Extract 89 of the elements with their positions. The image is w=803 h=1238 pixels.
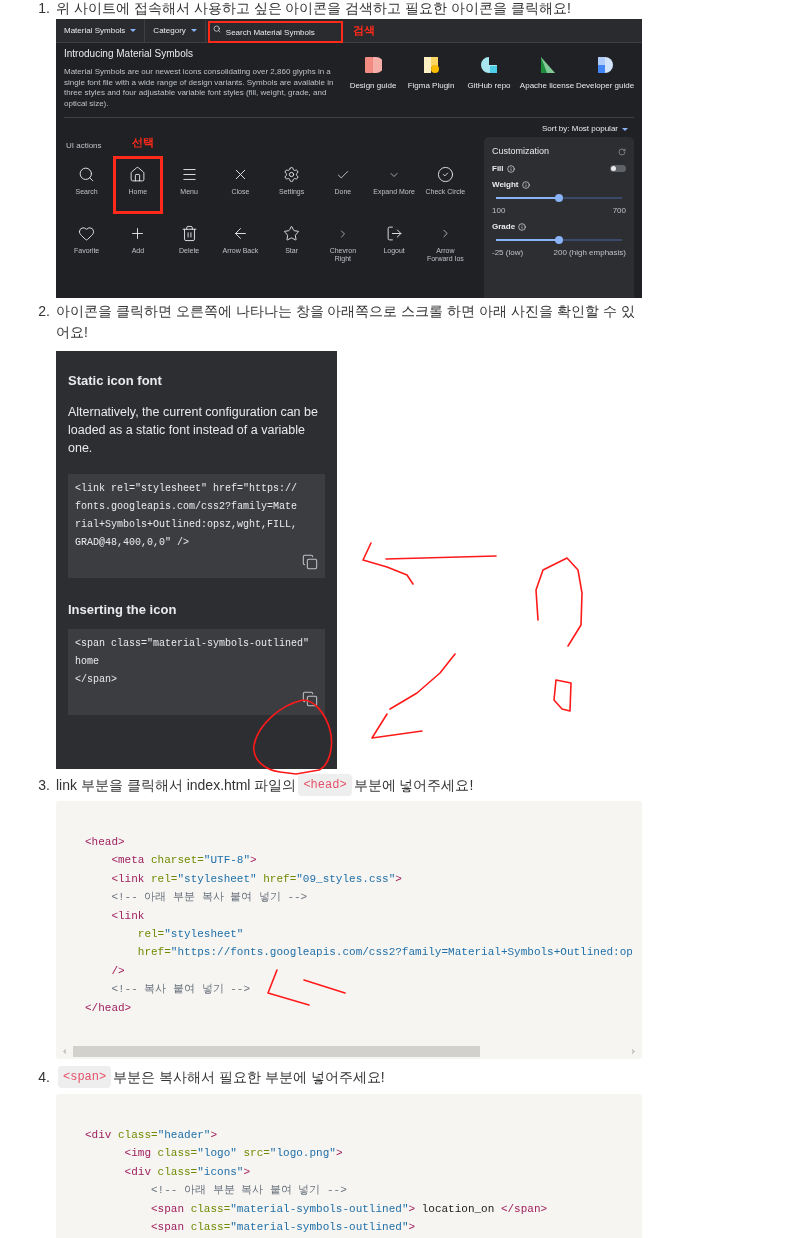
slider-label: Grade — [492, 220, 516, 233]
resource-logo-icon — [480, 56, 498, 74]
code-line: /> — [110, 963, 125, 979]
code-line: <span class="material-symbols-outlined"> location_on </span> — [150, 1201, 548, 1217]
reset-icon[interactable] — [618, 147, 626, 156]
inline-code: <span> — [58, 1066, 112, 1088]
slider-thumb[interactable] — [555, 193, 563, 202]
slider-max-label: 700 — [612, 204, 626, 217]
code-line: home — [75, 655, 99, 669]
list-number: 3. — [37, 775, 50, 795]
sort-dropdown[interactable]: Sort by: Most popular — [541, 123, 628, 135]
slider-track[interactable] — [496, 238, 622, 241]
step-text: 부분에 넣어주세요! — [353, 775, 474, 795]
code-line: <!-- 아래 부분 복사 붙여 넣기 --> — [150, 1183, 347, 1199]
list-number: 2. — [37, 302, 50, 321]
scrollbar-thumb[interactable] — [73, 1045, 480, 1057]
heart-icon — [78, 225, 96, 242]
intro-description: Material Symbols are our newest icons consolidating over 2,860 glyphs in a single font file with a wide range of design variants. Symbols are available in three styles and four adjustable variable font styles (fill, weight, grade, and optical size). — [64, 67, 334, 109]
settings-icon — [283, 166, 301, 183]
resource-link[interactable]: Design guide — [344, 56, 402, 109]
caret-icon — [190, 29, 197, 32]
trash-icon — [180, 225, 198, 242]
resource-logo-icon — [422, 56, 440, 74]
slider-thumb[interactable] — [555, 235, 563, 244]
annotation-label: 선택 — [131, 134, 154, 150]
home-icon — [129, 166, 147, 183]
caret-icon — [130, 29, 137, 32]
code-line: </span> — [75, 673, 117, 687]
slider-min-label: -25 (low) — [492, 246, 524, 259]
info-icon — [506, 164, 515, 173]
panel-heading: Inserting the icon — [68, 600, 178, 619]
menu-icon — [180, 166, 198, 183]
code-line: <span class="material-symbols-outlined" — [75, 637, 310, 651]
code-line: <link rel="stylesheet" href="09_styles.css"> — [110, 871, 402, 887]
resource-logo-icon — [364, 56, 382, 74]
caret-icon — [622, 127, 628, 131]
logout-icon — [385, 225, 403, 242]
code-line: rel="stylesheet" — [136, 927, 244, 943]
resource-link[interactable]: GitHub repo — [460, 56, 518, 109]
step-text: link 부분을 클릭해서 index.html 파일의 — [56, 775, 297, 795]
slider-min-label: 100 — [492, 204, 506, 217]
list-number: 4. — [37, 1067, 50, 1087]
slider-label: Weight — [492, 178, 519, 191]
star-icon — [283, 225, 301, 242]
code-line: <meta charset="UTF-8"> — [110, 853, 257, 869]
code-line: <link — [110, 908, 145, 924]
code-line: <link rel="stylesheet" href="https:// — [75, 481, 298, 496]
toggle-label: Fill — [492, 162, 504, 175]
code-line: GRAD@48,400,0,0" /> — [75, 535, 190, 550]
info-icon — [521, 180, 530, 189]
code-line: rial+Symbols+Outlined:opsz,wght,FILL, — [75, 517, 298, 532]
check-circle-icon — [436, 166, 454, 183]
code-line: <!-- 복사 붙여 넣기 --> — [110, 982, 251, 998]
resource-logo-icon — [596, 56, 614, 74]
resource-link[interactable]: Developer guide — [576, 56, 634, 109]
code-line: <div class="icons"> — [123, 1164, 251, 1180]
resource-logo-icon — [538, 56, 556, 74]
list-number: 1. — [37, 0, 50, 16]
slider-track[interactable] — [496, 196, 622, 199]
fill-toggle[interactable] — [610, 165, 626, 172]
code-line: </head> — [85, 1000, 132, 1016]
copy-icon[interactable] — [302, 553, 318, 570]
copy-icon[interactable] — [302, 691, 318, 707]
code-line: <head> — [85, 835, 125, 850]
slider-max-label: 200 (high emphasis) — [553, 246, 626, 259]
search-icon — [212, 24, 221, 33]
code-line: <div class="header"> — [85, 1128, 218, 1143]
annotation-label: 검색 — [352, 23, 375, 39]
step-text: 아이콘을 클릭하면 오른쪽에 나타나는 창을 아래쪽으로 스크롤 하면 아래 사진을 확인할 수 있어요! — [56, 302, 636, 342]
code-line: <span class="material-symbols-outlined"> — [150, 1220, 416, 1236]
panel-title: Customization — [492, 145, 550, 158]
dropdown-menu[interactable]: Material Symbols — [56, 19, 146, 42]
section-label: UI actions — [66, 140, 102, 152]
search-icon — [78, 166, 96, 183]
intro-title: Introducing Material Symbols — [64, 47, 194, 61]
step-text: 위 사이트에 접속해서 사용하고 싶은 아이콘을 검색하고 필요한 아이콘을 클릭해요! — [56, 0, 571, 16]
resource-link[interactable]: Apache license — [518, 56, 576, 109]
inline-code: <head> — [298, 774, 352, 796]
search-field[interactable]: Search Material Symbols — [207, 21, 343, 44]
code-line: <!-- 아래 부분 복사 붙여 넣기 --> — [110, 890, 308, 906]
code-line: fonts.googleapis.com/css2?family=Mate — [75, 499, 298, 514]
info-icon — [518, 222, 527, 231]
code-line: href="https://fonts.googleapis.com/css2?family=Material+Symbols+Outlined:op — [136, 945, 633, 961]
panel-heading: Static icon font — [68, 372, 163, 390]
resource-link[interactable]: Figma Plugin — [402, 56, 460, 109]
step-text: 부분은 복사해서 필요한 부분에 넣어주세요! — [113, 1067, 385, 1087]
dropdown-menu[interactable]: Category — [145, 19, 206, 42]
panel-description: Alternatively, the current configuration can be loaded as a static font instead of a variable one. — [68, 403, 319, 457]
code-line: <img class="logo" src="logo.png"> — [123, 1146, 343, 1162]
